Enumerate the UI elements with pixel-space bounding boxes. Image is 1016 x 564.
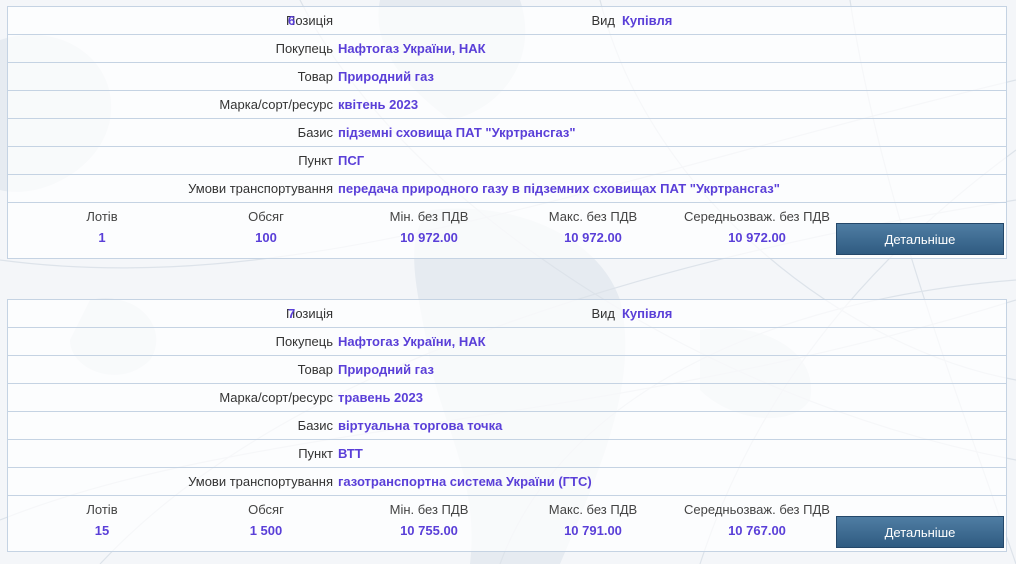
avg-price-label: Середньозваж. без ПДВ <box>684 209 830 224</box>
position-value: 6 <box>288 13 296 28</box>
point-row: Пункт ПСГ <box>8 147 1006 175</box>
min-price-label: Мін. без ПДВ <box>389 502 469 517</box>
grade-value: травень 2023 <box>338 390 423 405</box>
product-row: Товар Природний газ <box>8 356 1006 384</box>
max-price-stat: Макс. без ПДВ 10 972.00 <box>513 209 673 246</box>
lots-label: Лотів <box>86 502 118 517</box>
volume-stat: Обсяг 1 500 <box>186 502 346 539</box>
basis-value: віртуальна торгова точка <box>338 418 503 433</box>
max-price-label: Макс. без ПДВ <box>548 502 638 517</box>
transport-value: газотранспортна система України (ГТС) <box>338 474 592 489</box>
min-price-value: 10 755.00 <box>400 523 458 538</box>
lots-stat: Лотів 15 <box>22 502 182 539</box>
avg-price-label: Середньозваж. без ПДВ <box>684 502 830 517</box>
transport-row: Умови транспортування газотранспортна си… <box>8 468 1006 496</box>
transport-label: Умови транспортування <box>188 474 333 489</box>
kind-value: Купівля <box>622 13 673 28</box>
max-price-label: Макс. без ПДВ <box>548 209 638 224</box>
lots-stat: Лотів 1 <box>22 209 182 246</box>
buyer-value: Нафтогаз України, НАК <box>338 334 486 349</box>
kind-label: Вид <box>591 306 615 321</box>
trade-card: Позиція 6 Вид Купівля Покупець Нафтогаз … <box>7 6 1007 259</box>
product-value: Природний газ <box>338 362 434 377</box>
product-row: Товар Природний газ <box>8 63 1006 91</box>
product-value: Природний газ <box>338 69 434 84</box>
product-label: Товар <box>297 69 333 84</box>
details-button[interactable]: Детальніше <box>836 223 1004 255</box>
grade-value: квітень 2023 <box>338 97 419 112</box>
point-label: Пункт <box>298 153 333 168</box>
position-row: Позиція 7 Вид Купівля <box>8 300 1006 328</box>
basis-label: Базис <box>297 418 333 433</box>
max-price-stat: Макс. без ПДВ 10 791.00 <box>513 502 673 539</box>
point-row: Пункт ВТТ <box>8 440 1006 468</box>
buyer-row: Покупець Нафтогаз України, НАК <box>8 35 1006 63</box>
buyer-value: Нафтогаз України, НАК <box>338 41 486 56</box>
kind-label: Вид <box>591 13 615 28</box>
transport-label: Умови транспортування <box>188 181 333 196</box>
max-price-value: 10 972.00 <box>564 230 622 245</box>
kind-value: Купівля <box>622 306 673 321</box>
volume-stat: Обсяг 100 <box>186 209 346 246</box>
max-price-value: 10 791.00 <box>564 523 622 538</box>
details-button[interactable]: Детальніше <box>836 516 1004 548</box>
point-label: Пункт <box>298 446 333 461</box>
grade-row: Марка/сорт/ресурс травень 2023 <box>8 384 1006 412</box>
basis-row: Базис віртуальна торгова точка <box>8 412 1006 440</box>
lots-label: Лотів <box>86 209 118 224</box>
basis-label: Базис <box>297 125 333 140</box>
basis-row: Базис підземні сховища ПАТ "Укртрансгаз" <box>8 119 1006 147</box>
transport-row: Умови транспортування передача природног… <box>8 175 1006 203</box>
trade-card: Позиція 7 Вид Купівля Покупець Нафтогаз … <box>7 299 1007 552</box>
avg-price-stat: Середньозваж. без ПДВ 10 767.00 <box>677 502 837 539</box>
volume-value: 100 <box>255 230 277 245</box>
volume-label: Обсяг <box>248 209 284 224</box>
volume-label: Обсяг <box>248 502 284 517</box>
point-value: ПСГ <box>338 153 365 168</box>
buyer-row: Покупець Нафтогаз України, НАК <box>8 328 1006 356</box>
min-price-stat: Мін. без ПДВ 10 755.00 <box>349 502 509 539</box>
basis-value: підземні сховища ПАТ "Укртрансгаз" <box>338 125 576 140</box>
buyer-label: Покупець <box>275 334 333 349</box>
stats-row: Лотів 1 Обсяг 100 Мін. без ПДВ 10 972.00… <box>8 203 1006 259</box>
position-value: 7 <box>288 306 296 321</box>
product-label: Товар <box>297 362 333 377</box>
point-value: ВТТ <box>338 446 363 461</box>
min-price-value: 10 972.00 <box>400 230 458 245</box>
min-price-stat: Мін. без ПДВ 10 972.00 <box>349 209 509 246</box>
min-price-label: Мін. без ПДВ <box>389 209 469 224</box>
buyer-label: Покупець <box>275 41 333 56</box>
grade-label: Марка/сорт/ресурс <box>219 390 333 405</box>
lots-value: 1 <box>98 230 106 245</box>
stats-row: Лотів 15 Обсяг 1 500 Мін. без ПДВ 10 755… <box>8 496 1006 552</box>
position-row: Позиція 6 Вид Купівля <box>8 7 1006 35</box>
grade-row: Марка/сорт/ресурс квітень 2023 <box>8 91 1006 119</box>
transport-value: передача природного газу в підземних схо… <box>338 181 780 196</box>
avg-price-value: 10 972.00 <box>728 230 786 245</box>
grade-label: Марка/сорт/ресурс <box>219 97 333 112</box>
avg-price-stat: Середньозваж. без ПДВ 10 972.00 <box>677 209 837 246</box>
volume-value: 1 500 <box>249 523 283 538</box>
avg-price-value: 10 767.00 <box>728 523 786 538</box>
lots-value: 15 <box>94 523 110 538</box>
